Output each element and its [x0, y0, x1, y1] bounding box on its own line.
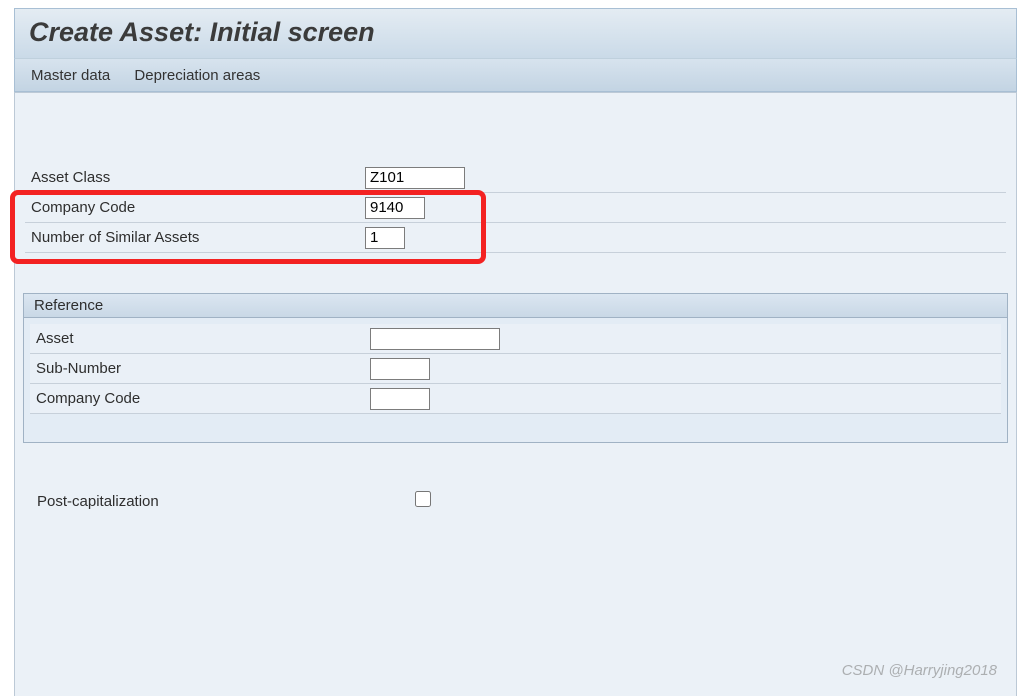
menu-depreciation-areas[interactable]: Depreciation areas — [132, 64, 262, 87]
group-reference: Reference Asset Sub-Number Company Code — [23, 293, 1008, 443]
menu-master-data[interactable]: Master data — [29, 64, 112, 87]
label-num-similar: Number of Similar Assets — [25, 229, 365, 246]
input-asset-class[interactable] — [365, 167, 465, 189]
row-ref-company-code: Company Code — [30, 384, 1001, 414]
row-post-capitalization: Post-capitalization — [31, 491, 1000, 511]
input-num-similar[interactable] — [365, 227, 405, 249]
row-num-similar: Number of Similar Assets — [25, 223, 1006, 253]
label-ref-asset: Asset — [30, 330, 370, 347]
row-ref-subnumber: Sub-Number — [30, 354, 1001, 384]
row-company-code: Company Code — [25, 193, 1006, 223]
input-company-code[interactable] — [365, 197, 425, 219]
label-company-code: Company Code — [25, 199, 365, 216]
page-title: Create Asset: Initial screen — [29, 17, 375, 47]
label-post-capitalization: Post-capitalization — [31, 493, 181, 510]
row-asset-class: Asset Class — [25, 163, 1006, 193]
input-ref-company-code[interactable] — [370, 388, 430, 410]
checkbox-post-capitalization[interactable] — [415, 491, 431, 507]
label-asset-class: Asset Class — [25, 169, 365, 186]
input-ref-asset[interactable] — [370, 328, 500, 350]
label-ref-company-code: Company Code — [30, 390, 370, 407]
group-reference-title: Reference — [24, 294, 1007, 318]
input-ref-subnumber[interactable] — [370, 358, 430, 380]
label-ref-subnumber: Sub-Number — [30, 360, 370, 377]
content-area: Asset Class Company Code Number of Simil… — [14, 92, 1017, 696]
row-ref-asset: Asset — [30, 324, 1001, 354]
title-bar: Create Asset: Initial screen — [14, 8, 1017, 58]
menu-bar: Master data Depreciation areas — [14, 58, 1017, 92]
